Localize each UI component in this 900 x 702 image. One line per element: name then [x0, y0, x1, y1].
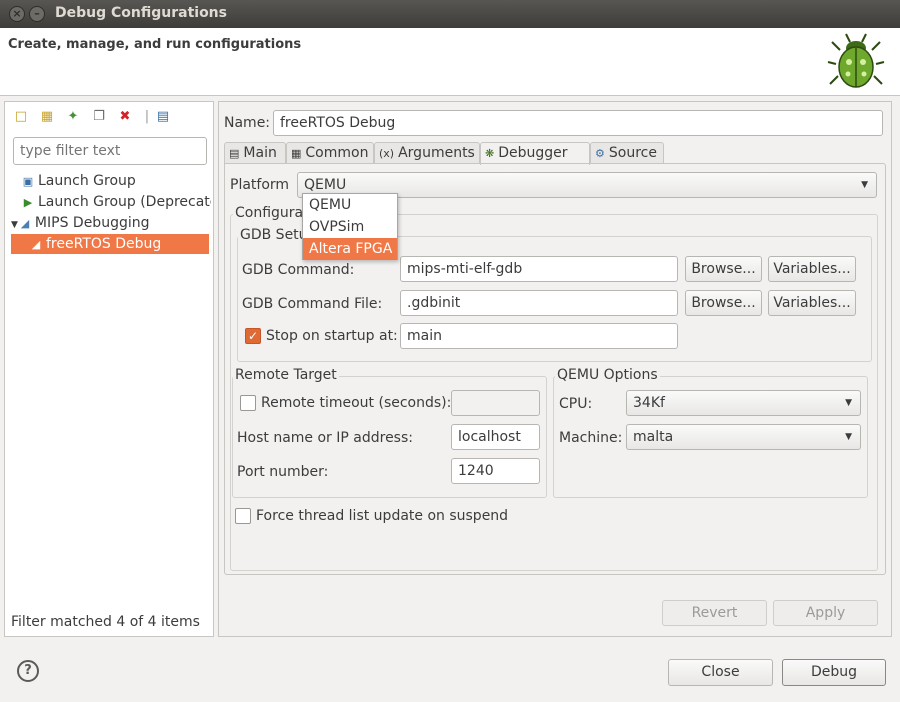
remote-timeout-input[interactable]: [451, 390, 540, 416]
launch-icon: ▶: [23, 196, 33, 209]
tree-item-freertos-debug[interactable]: ◢ freeRTOS Debug: [11, 234, 209, 254]
gdb-command-file-input[interactable]: .gdbinit: [400, 290, 678, 316]
new-prototype-icon[interactable]: ▦: [39, 109, 55, 125]
remote-target-group-label: Remote Target: [233, 367, 339, 383]
toolbar-separator: |: [144, 109, 150, 124]
platform-selected-value: QEMU: [304, 177, 347, 193]
platform-option-qemu[interactable]: QEMU: [303, 194, 397, 216]
tab-bar: ▤ Main ▦ Common (x) Arguments ❋ Debugger ⚙ So…: [224, 142, 886, 165]
expand-arrow-icon[interactable]: ▼: [11, 220, 18, 230]
apply-button[interactable]: Apply: [773, 600, 878, 626]
tab-label: Arguments: [398, 145, 475, 161]
stop-on-startup-label: Stop on startup at:: [266, 328, 398, 344]
filter-input[interactable]: [13, 137, 207, 165]
remote-timeout-label: Remote timeout (seconds):: [261, 395, 452, 411]
name-label: Name:: [224, 115, 271, 131]
gdb-command-browse-button[interactable]: Browse...: [685, 256, 762, 282]
chevron-down-icon: ▼: [845, 398, 852, 408]
main-tab-icon: ▤: [229, 147, 240, 160]
tree-item-label: Launch Group (Deprecated): [38, 194, 211, 210]
stop-on-startup-checkbox[interactable]: ✓: [245, 328, 261, 344]
tree-item-label: MIPS Debugging: [34, 215, 150, 231]
configuration-editor: Name: freeRTOS Debug ▤ Main ▦ Common (x) Ar…: [218, 101, 892, 637]
filter-status: Filter matched 4 of 4 items: [11, 614, 200, 630]
tab-main[interactable]: ▤ Main: [224, 142, 286, 164]
source-tab-icon: ⚙: [595, 147, 605, 160]
duplicate-icon[interactable]: ❐: [91, 109, 107, 125]
collapse-all-icon[interactable]: ▤: [155, 109, 171, 125]
platform-dropdown-menu: QEMU OVPSim Altera FPGA: [302, 193, 398, 260]
tab-arguments[interactable]: (x) Arguments: [374, 142, 480, 164]
dialog-header: Create, manage, and run configurations: [0, 28, 900, 96]
chevron-down-icon: ▼: [861, 180, 868, 190]
platform-label: Platform: [230, 177, 290, 193]
gdb-command-file-variables-button[interactable]: Variables...: [768, 290, 856, 316]
revert-button[interactable]: Revert: [662, 600, 767, 626]
configuration-group-label: Configura: [233, 205, 306, 221]
tree-item-mips-debugging[interactable]: ▼ ◢ MIPS Debugging: [11, 213, 211, 233]
qemu-options-group-label: QEMU Options: [555, 367, 660, 383]
tree-item-label: Launch Group: [38, 173, 136, 189]
platform-option-altera-fpga[interactable]: Altera FPGA: [303, 238, 397, 260]
delete-icon[interactable]: ✖: [117, 109, 133, 125]
tree-item-launch-group[interactable]: ▣ Launch Group: [21, 171, 211, 191]
force-thread-label: Force thread list update on suspend: [256, 508, 509, 524]
port-label: Port number:: [237, 464, 329, 480]
help-icon[interactable]: ?: [17, 660, 39, 682]
common-tab-icon: ▦: [291, 147, 302, 160]
platform-option-ovpsim[interactable]: OVPSim: [303, 216, 397, 238]
arguments-tab-icon: (x): [379, 147, 395, 160]
gdb-command-file-browse-button[interactable]: Browse...: [685, 290, 762, 316]
tree-item-launch-group-deprecated[interactable]: ▶ Launch Group (Deprecated): [21, 192, 211, 212]
stop-on-startup-input[interactable]: main: [400, 323, 678, 349]
new-configuration-icon[interactable]: □: [13, 109, 29, 125]
close-window-icon[interactable]: ×: [9, 6, 25, 22]
chevron-down-icon: ▼: [845, 432, 852, 442]
cpu-select[interactable]: 34Kf ▼: [626, 390, 861, 416]
gdb-command-input[interactable]: mips-mti-elf-gdb: [400, 256, 678, 282]
gdb-command-variables-button[interactable]: Variables...: [768, 256, 856, 282]
export-configuration-icon[interactable]: ✦: [65, 109, 81, 125]
configuration-tree-panel: □ ▦ ✦ ❐ ✖ | ▤ ▣ Launch Group ▶ Launch Grou…: [4, 101, 214, 637]
tab-debugger[interactable]: ❋ Debugger: [480, 142, 590, 165]
debug-bug-icon: [827, 33, 885, 88]
machine-select[interactable]: malta ▼: [626, 424, 861, 450]
force-thread-checkbox[interactable]: [235, 508, 251, 524]
cpu-selected-value: 34Kf: [633, 395, 665, 411]
minimize-window-icon[interactable]: –: [29, 6, 45, 22]
window-title: Debug Configurations: [55, 5, 227, 21]
tab-label: Source: [608, 145, 657, 161]
name-input[interactable]: freeRTOS Debug: [273, 110, 883, 136]
host-label: Host name or IP address:: [237, 430, 413, 446]
tab-label: Common: [305, 145, 369, 161]
machine-label: Machine:: [559, 430, 623, 446]
tab-label: Debugger: [498, 145, 568, 161]
debugger-tab-icon: ❋: [485, 147, 495, 160]
gdb-setup-group-label: GDB Setu: [238, 227, 310, 243]
host-input[interactable]: localhost: [451, 424, 540, 450]
launch-group-icon: ▣: [22, 175, 34, 188]
tab-label: Main: [243, 145, 277, 161]
remote-timeout-checkbox[interactable]: [240, 395, 256, 411]
tab-source[interactable]: ⚙ Source: [590, 142, 664, 164]
port-input[interactable]: 1240: [451, 458, 540, 484]
machine-selected-value: malta: [633, 429, 674, 445]
tree-item-label: freeRTOS Debug: [46, 236, 162, 252]
tab-common[interactable]: ▦ Common: [286, 142, 374, 164]
close-button[interactable]: Close: [668, 659, 773, 686]
header-title: Create, manage, and run configurations: [8, 37, 302, 52]
title-bar: × – Debug Configurations: [0, 0, 900, 28]
mips-icon: ◢: [20, 217, 30, 230]
gdb-command-file-label: GDB Command File:: [242, 296, 383, 312]
gdb-command-label: GDB Command:: [242, 262, 355, 278]
cpu-label: CPU:: [559, 396, 593, 412]
mips-config-icon: ◢: [31, 238, 41, 251]
debug-button[interactable]: Debug: [782, 659, 886, 686]
